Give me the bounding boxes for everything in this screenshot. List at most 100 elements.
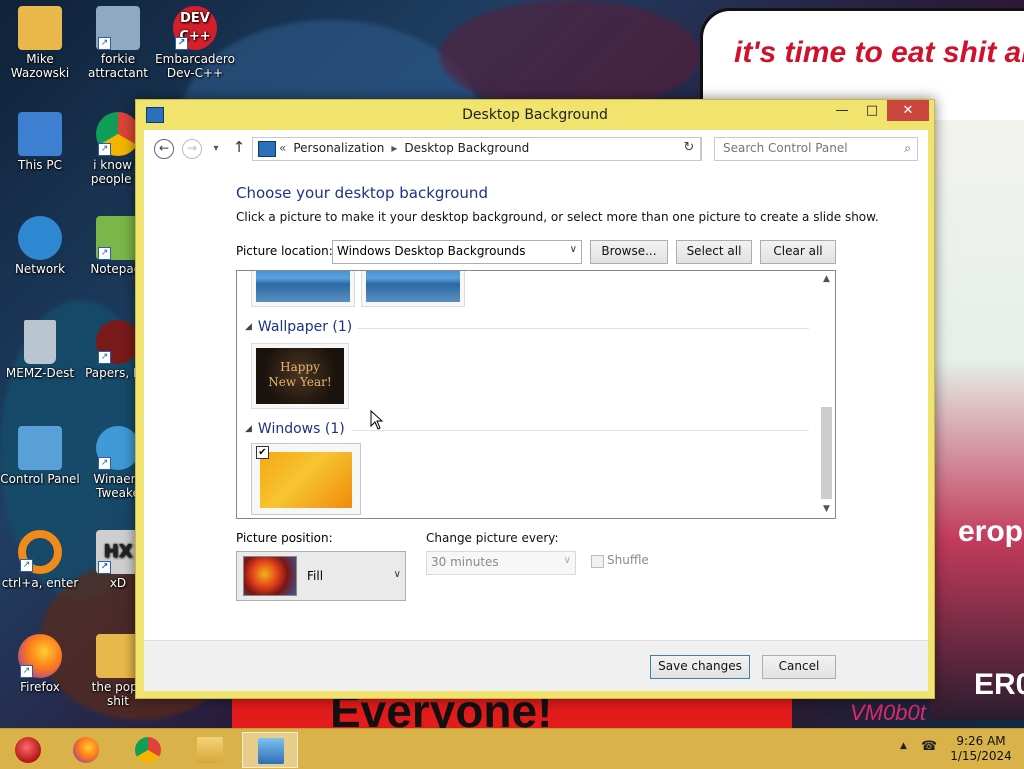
- chevron-down-icon: ∨: [569, 244, 577, 255]
- cancel-button[interactable]: Cancel: [762, 655, 836, 679]
- back-button[interactable]: ←: [154, 139, 174, 159]
- network-tray-icon[interactable]: ☎: [921, 739, 937, 755]
- vertical-scrollbar[interactable]: ▲ ▼: [818, 271, 835, 518]
- close-button[interactable]: ✕: [887, 100, 929, 121]
- picture-location-label: Picture location:: [236, 244, 333, 258]
- wallpaper-sign-text-2: ER0: [974, 668, 1024, 701]
- page-description: Click a picture to make it your desktop …: [236, 210, 879, 224]
- save-changes-button[interactable]: Save changes: [650, 655, 750, 679]
- desktop-icon-devcpp[interactable]: DEV C++ ↗ Embarcadero Dev-C++: [155, 6, 235, 80]
- breadcrumb-desktop-background[interactable]: Desktop Background: [404, 141, 529, 155]
- desktop-icon-ctrl-a[interactable]: ↗ ctrl+a, enter: [0, 530, 80, 590]
- devcpp-icon: DEV C++ ↗: [173, 6, 217, 50]
- thumbnail-image: Happy New Year!: [256, 348, 344, 404]
- shuffle-checkbox[interactable]: [591, 555, 604, 568]
- control-panel-icon: [18, 426, 62, 470]
- taskbar-file-explorer[interactable]: [182, 732, 236, 766]
- papers-please-icon: ↗: [96, 320, 140, 364]
- collapse-triangle-icon[interactable]: ◢: [245, 322, 252, 332]
- wallpaper-right-panel: [930, 120, 1024, 720]
- taskbar-control-panel[interactable]: [242, 732, 298, 768]
- page-title: Choose your desktop background: [236, 184, 488, 202]
- picture-location-select[interactable]: Windows Desktop Backgrounds ∨: [332, 240, 582, 264]
- desktop-icon-controlpanel[interactable]: Control Panel: [0, 426, 80, 486]
- start-button[interactable]: [0, 732, 54, 766]
- group-divider: [351, 430, 809, 431]
- refresh-button[interactable]: ↻: [678, 137, 701, 161]
- breadcrumb-separator[interactable]: ▸: [391, 141, 397, 155]
- group-divider: [357, 328, 809, 329]
- desktop-icon-memz[interactable]: MEMZ-Dest: [0, 320, 80, 380]
- window-client: ← → ▾ ↑ « Personalization ▸ Desktop Backgro…: [144, 130, 928, 691]
- start-orb-icon: [15, 737, 41, 763]
- clock-date: 1/15/2024: [950, 749, 1012, 763]
- winaero-icon: ↗: [96, 426, 140, 470]
- wallpaper-corner-text: VM0b0t: [850, 700, 926, 725]
- chevron-down-icon: ∨: [563, 555, 571, 566]
- system-clock[interactable]: 9:26 AM 1/15/2024: [946, 734, 1016, 764]
- maximize-button[interactable]: □: [858, 100, 886, 121]
- mouse-cursor-icon: [370, 410, 384, 430]
- desktop-icon-firefox[interactable]: ↗ Firefox: [0, 634, 80, 694]
- picture-position-value: Fill: [307, 569, 324, 583]
- chrome-icon: ↗: [96, 112, 140, 156]
- wallpaper-poster-text: it's time to eat shit and die andcelebra: [734, 36, 1024, 69]
- thumbnail-image: [256, 271, 350, 302]
- search-icon[interactable]: ⌕: [904, 141, 911, 156]
- change-picture-select[interactable]: 30 minutes ∨: [426, 551, 576, 575]
- group-title: Windows (1): [257, 421, 345, 437]
- firefox-icon: [73, 737, 99, 763]
- breadcrumb-personalization[interactable]: Personalization: [293, 141, 384, 155]
- selected-checkbox[interactable]: ✔: [256, 446, 269, 459]
- chrome-icon: [135, 737, 161, 763]
- picture-thumbnail[interactable]: [251, 271, 355, 307]
- group-header-windows[interactable]: ◢ Windows (1): [245, 421, 345, 437]
- taskbar-chrome[interactable]: [120, 732, 174, 766]
- show-hidden-icons-icon[interactable]: ▲: [900, 741, 907, 751]
- group-header-wallpaper[interactable]: ◢ Wallpaper (1): [245, 319, 352, 335]
- chevron-down-icon: ∨: [393, 569, 401, 580]
- scroll-up-icon[interactable]: ▲: [818, 271, 835, 288]
- picture-position-select[interactable]: Fill ∨: [236, 551, 406, 601]
- desktop-icon-forkie[interactable]: ↗ forkie attractant: [78, 6, 158, 80]
- browse-button[interactable]: Browse...: [590, 240, 668, 264]
- wallpaper-sign-text: erop: [958, 515, 1024, 548]
- select-all-button[interactable]: Select all: [676, 240, 752, 264]
- picture-position-label: Picture position:: [236, 531, 333, 545]
- picture-thumbnail[interactable]: [361, 271, 465, 307]
- desktop-icon-network[interactable]: Network: [0, 216, 80, 276]
- scroll-down-icon[interactable]: ▼: [818, 501, 835, 518]
- breadcrumb-overflow[interactable]: «: [279, 141, 286, 155]
- picture-list[interactable]: ◢ Wallpaper (1) Happy New Year! ◢ Windows (…: [236, 270, 836, 519]
- address-bar[interactable]: «Personalization▸Desktop Background ∨: [252, 137, 788, 161]
- shuffle-label: Shuffle: [607, 553, 649, 567]
- taskbar-firefox[interactable]: [58, 732, 112, 766]
- desktop-icon-thispc[interactable]: This PC: [0, 112, 80, 172]
- thumbnail-image: [260, 452, 352, 508]
- taskbar: ▲ ☎ 9:26 AM 1/15/2024: [0, 728, 1024, 769]
- picture-thumbnail-new-year[interactable]: Happy New Year!: [251, 343, 349, 409]
- firefox-icon: ↗: [18, 634, 62, 678]
- dialog-footer: Save changes Cancel: [144, 640, 928, 691]
- up-button[interactable]: ↑: [230, 139, 248, 157]
- forward-button[interactable]: →: [182, 139, 202, 159]
- search-input[interactable]: [715, 138, 893, 158]
- breadcrumb: « Personalization ▸ Desktop Background: [279, 141, 529, 155]
- scroll-thumb[interactable]: [821, 407, 832, 499]
- clock-time: 9:26 AM: [956, 734, 1006, 748]
- control-panel-icon: [258, 141, 276, 157]
- window-title: Desktop Background: [462, 107, 608, 123]
- title-bar[interactable]: Desktop Background — □ ✕: [136, 100, 934, 130]
- clear-all-button[interactable]: Clear all: [760, 240, 836, 264]
- settings-computer-icon: ↗: [96, 6, 140, 50]
- folder-icon: [96, 634, 140, 678]
- collapse-triangle-icon[interactable]: ◢: [245, 424, 252, 434]
- thumbnail-image: [366, 271, 460, 302]
- folder-user-icon: [18, 6, 62, 50]
- picture-thumbnail-windows[interactable]: ✔: [251, 443, 361, 515]
- position-preview-image: [243, 556, 297, 596]
- recent-locations-button[interactable]: ▾: [210, 140, 222, 156]
- minimize-button[interactable]: —: [828, 100, 856, 121]
- change-picture-label: Change picture every:: [426, 531, 559, 545]
- desktop-icon-mike[interactable]: Mike Wazowski: [0, 6, 80, 80]
